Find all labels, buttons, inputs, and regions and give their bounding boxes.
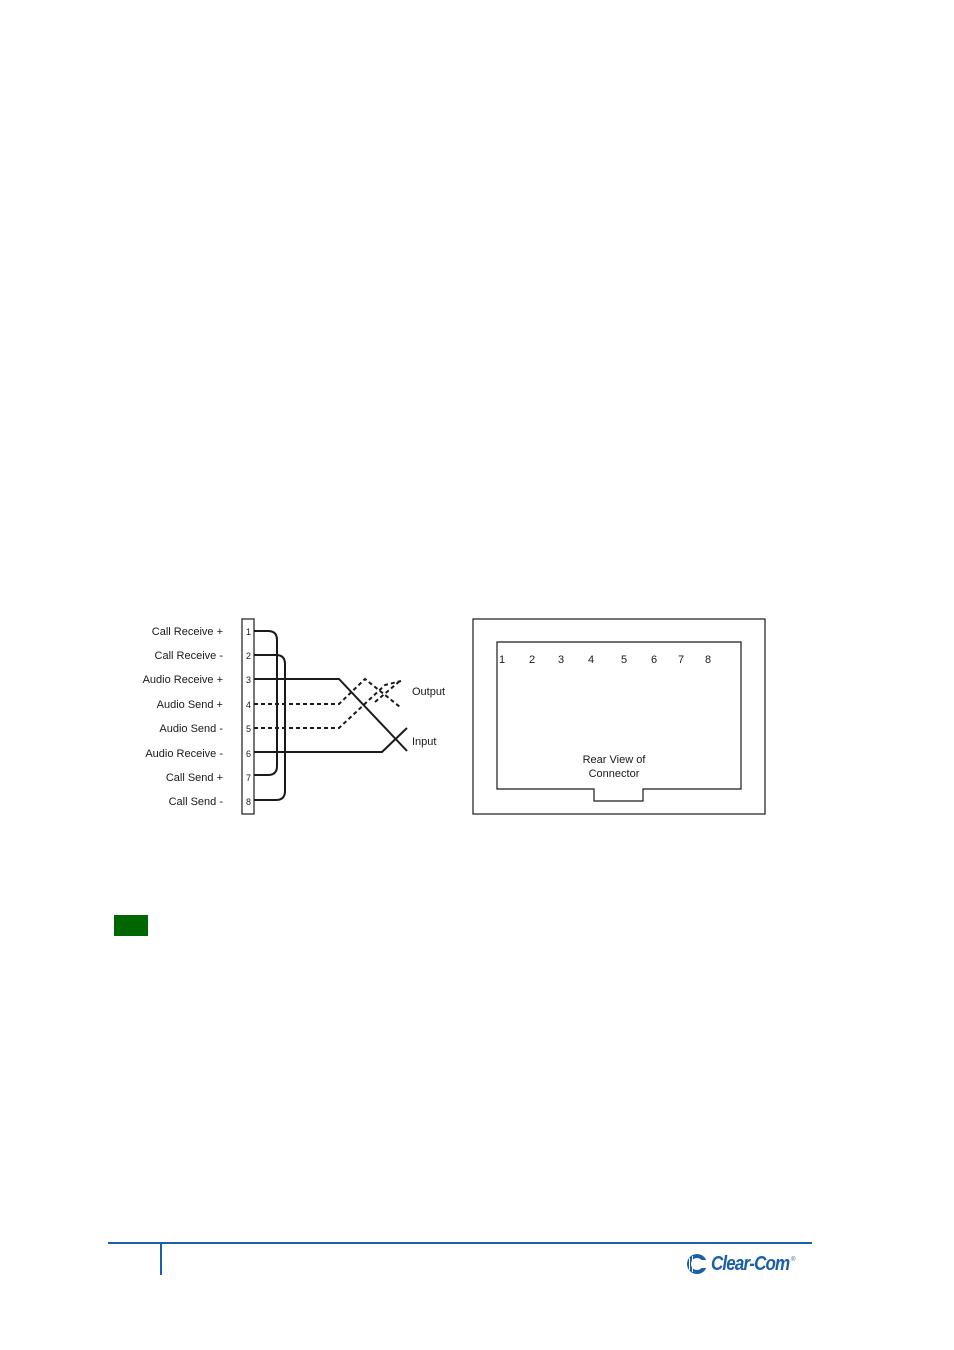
pin-label-7: Call Send + [166,772,223,784]
pin-label-4: Audio Send + [157,699,223,711]
clear-com-logo-icon [687,1254,708,1274]
pin-number-8: 8 [246,797,251,807]
rear-view-caption-line1: Rear View of [583,754,647,766]
pin-label-8: Call Send - [169,796,224,808]
rear-pin-6: 6 [651,654,657,666]
pin-number-5: 5 [246,724,251,734]
output-label: Output [412,686,445,698]
rear-pin-2: 2 [529,654,535,666]
pin-label-1: Call Receive + [152,626,223,638]
pin-number-1: 1 [246,627,251,637]
pin-label-2: Call Receive - [155,650,224,662]
pin-number-3: 3 [246,675,251,685]
pin-number-7: 7 [246,773,251,783]
rear-view-caption-line2: Connector [589,768,640,780]
clear-com-logo: Clear-Com ® [686,1252,796,1276]
pin-number-6: 6 [246,749,251,759]
rear-view-outer-frame [472,618,766,815]
footer-rule [108,1242,812,1244]
footer-divider [160,1243,162,1275]
pin-label-3: Audio Receive + [143,674,223,686]
document-page: Call Receive + Call Receive - Audio Rece… [0,0,954,1350]
pin-label-5: Audio Send - [159,723,223,735]
rear-pin-5: 5 [621,654,627,666]
rear-view-pins: 1 2 3 4 5 6 7 8 [499,654,711,666]
pin-number-4: 4 [246,700,251,710]
pin-labels: Call Receive + Call Receive - Audio Rece… [143,626,224,808]
pin-number-2: 2 [246,651,251,661]
connector-wiring-diagram: Call Receive + Call Receive - Audio Rece… [143,618,766,815]
registered-mark: ® [791,1257,796,1263]
input-label: Input [412,736,436,748]
wire-pin-4-output [254,677,401,708]
rear-pin-3: 3 [558,654,564,666]
rear-pin-1: 1 [499,654,505,666]
pin-label-6: Audio Receive - [145,748,223,760]
connector-block [241,618,255,815]
wire-output-cross [374,679,402,703]
note-marker-block [114,915,148,936]
brand-name: Clear-Com [711,1252,790,1275]
rear-pin-7: 7 [678,654,684,666]
rear-pin-4: 4 [588,654,594,666]
rear-pin-8: 8 [705,654,711,666]
